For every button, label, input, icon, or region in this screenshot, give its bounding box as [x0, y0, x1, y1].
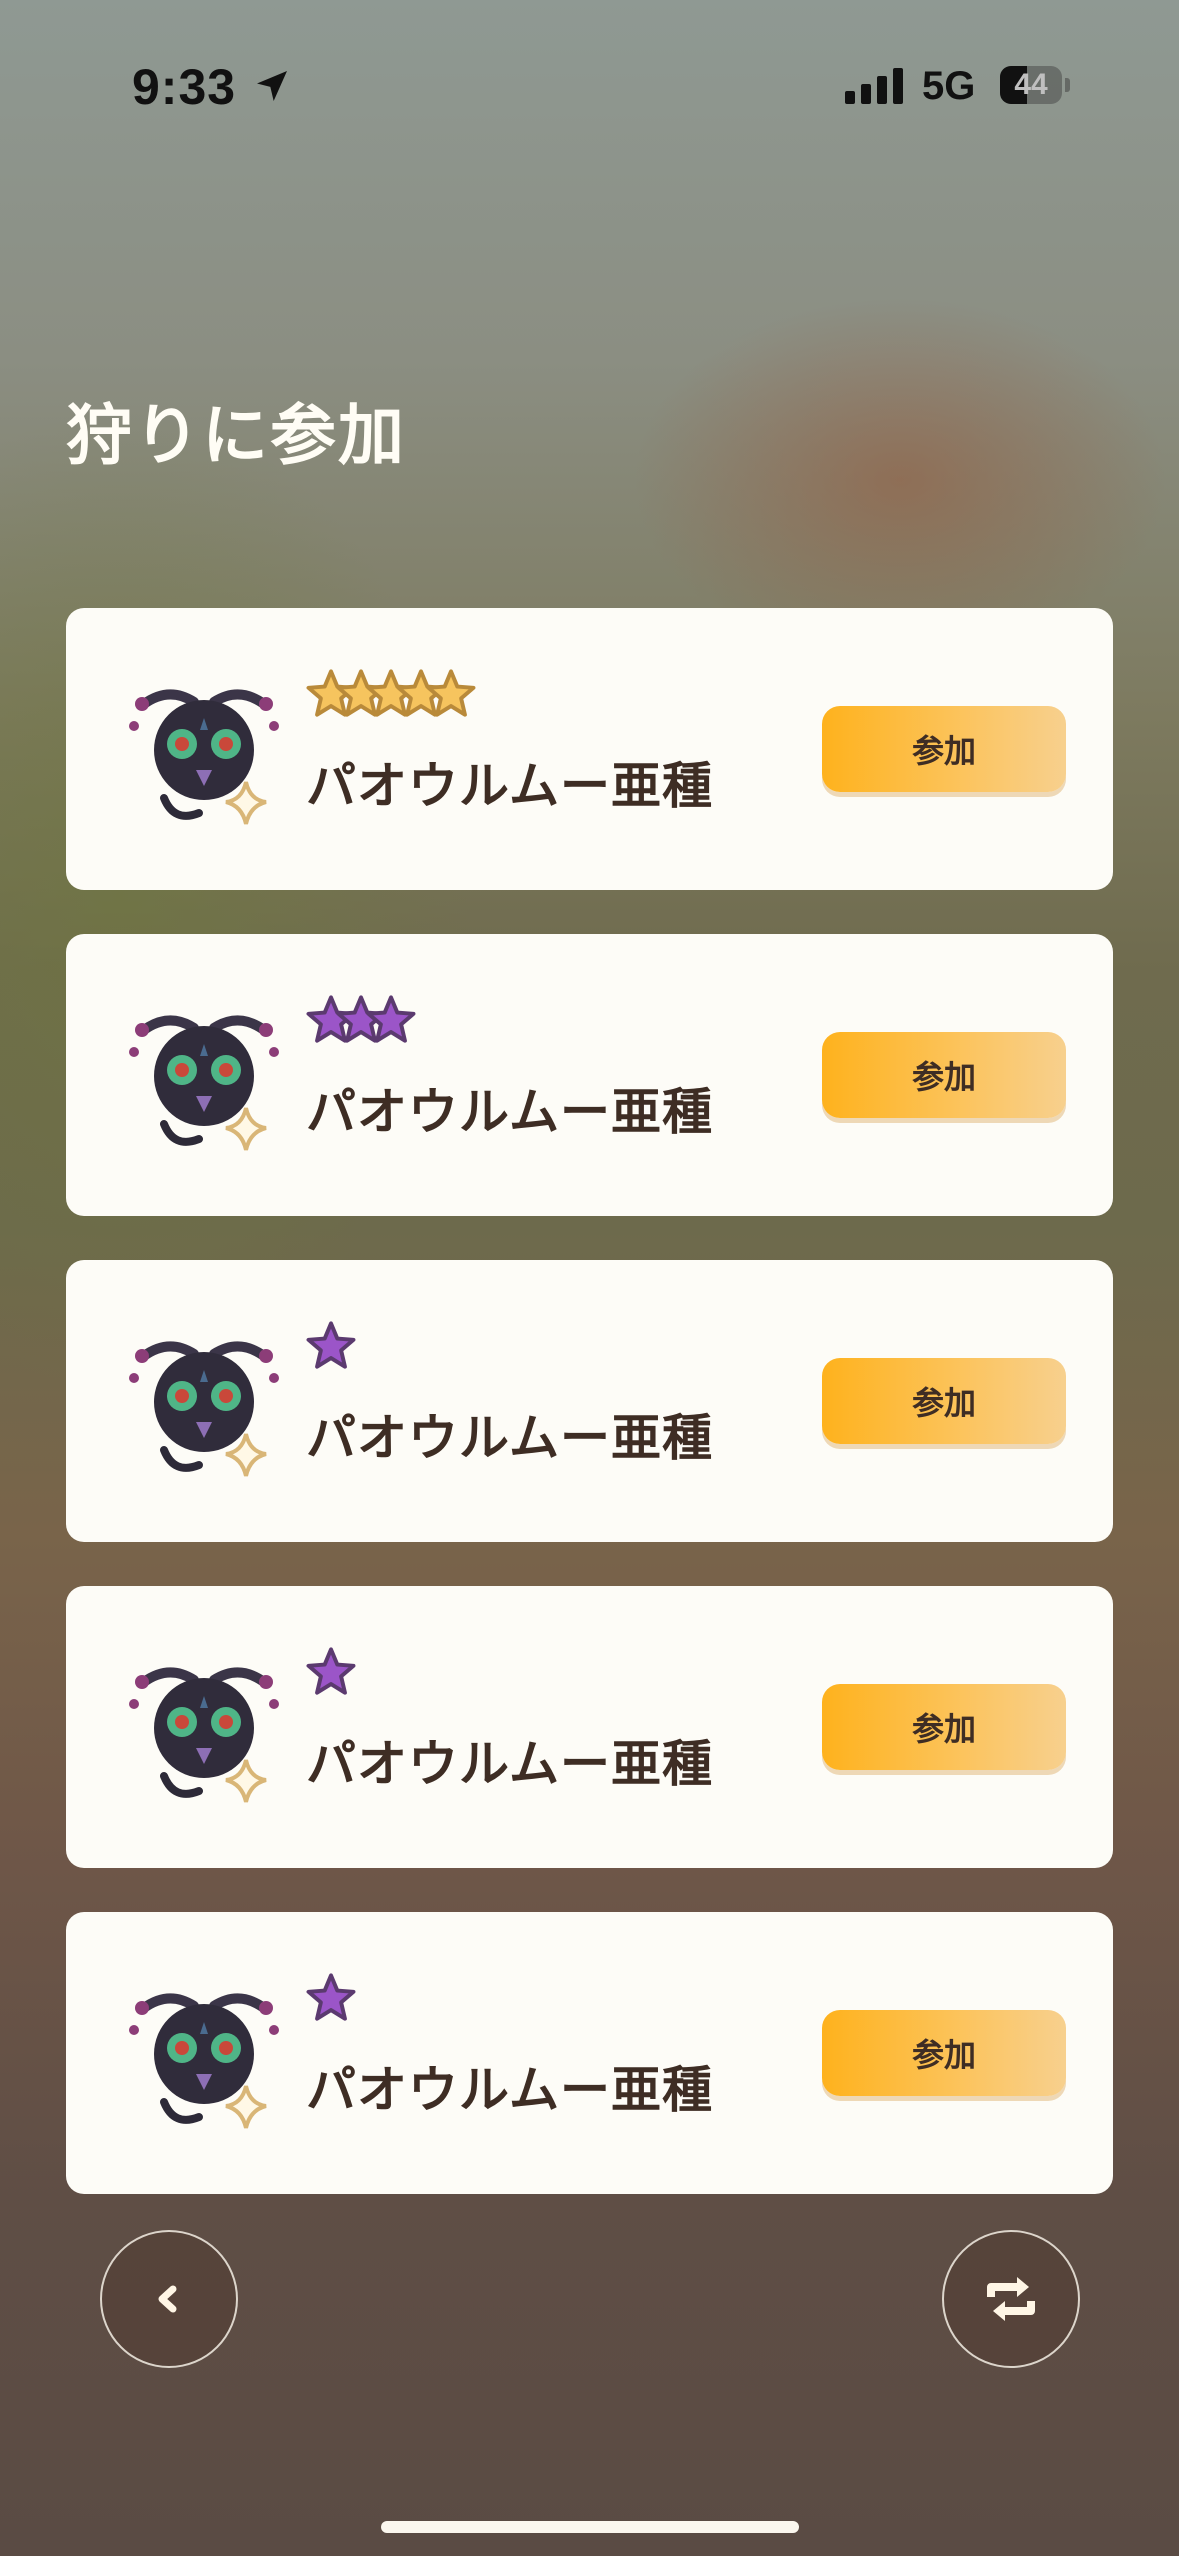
join-button[interactable]: 参加 [822, 1684, 1066, 1770]
network-type: 5G [922, 64, 976, 108]
status-time: 9:33 [132, 59, 237, 115]
monster-icon [129, 689, 279, 825]
join-button[interactable]: 参加 [822, 706, 1066, 792]
hunt-card: パオウルムー亜種 参加 [66, 1912, 1113, 2194]
join-button[interactable]: 参加 [822, 2010, 1066, 2096]
purple-star-icon [366, 995, 416, 1043]
battery-level: 44 [1014, 68, 1048, 101]
monster-name: パオウルムー亜種 [306, 1735, 713, 1793]
hunt-card: パオウルムー亜種 参加 [66, 1586, 1113, 1868]
monster-name: パオウルムー亜種 [306, 2061, 713, 2119]
monster-icon [129, 1015, 279, 1151]
hunt-card: パオウルムー亜種 参加 [66, 1260, 1113, 1542]
hunt-card: パオウルムー亜種 参加 [66, 608, 1113, 890]
home-indicator [381, 2521, 799, 2533]
refresh-button[interactable] [942, 2230, 1080, 2368]
hunt-card: パオウルムー亜種 参加 [66, 934, 1113, 1216]
status-bar: 9:33 5G 44 [0, 0, 1179, 170]
monster-name: パオウルムー亜種 [306, 1083, 713, 1141]
monster-icon [129, 1667, 279, 1803]
gold-star-icon [426, 669, 476, 717]
page-title: 狩りに参加 [66, 397, 406, 474]
monster-name: パオウルムー亜種 [306, 1409, 713, 1467]
purple-star-icon [306, 1647, 356, 1695]
signal-icon [845, 68, 903, 104]
join-button[interactable]: 参加 [822, 1032, 1066, 1118]
monster-icon [129, 1341, 279, 1477]
purple-star-icon [306, 1973, 356, 2021]
battery-icon: 44 [1000, 66, 1072, 104]
location-arrow-icon [257, 71, 287, 101]
monster-icon [129, 1993, 279, 2129]
join-button[interactable]: 参加 [822, 1358, 1066, 1444]
refresh-icon [987, 2277, 1035, 2321]
back-button[interactable] [100, 2230, 238, 2368]
chevron-left-icon [158, 2285, 177, 2313]
monster-name: パオウルムー亜種 [306, 757, 713, 815]
purple-star-icon [306, 1321, 356, 1369]
